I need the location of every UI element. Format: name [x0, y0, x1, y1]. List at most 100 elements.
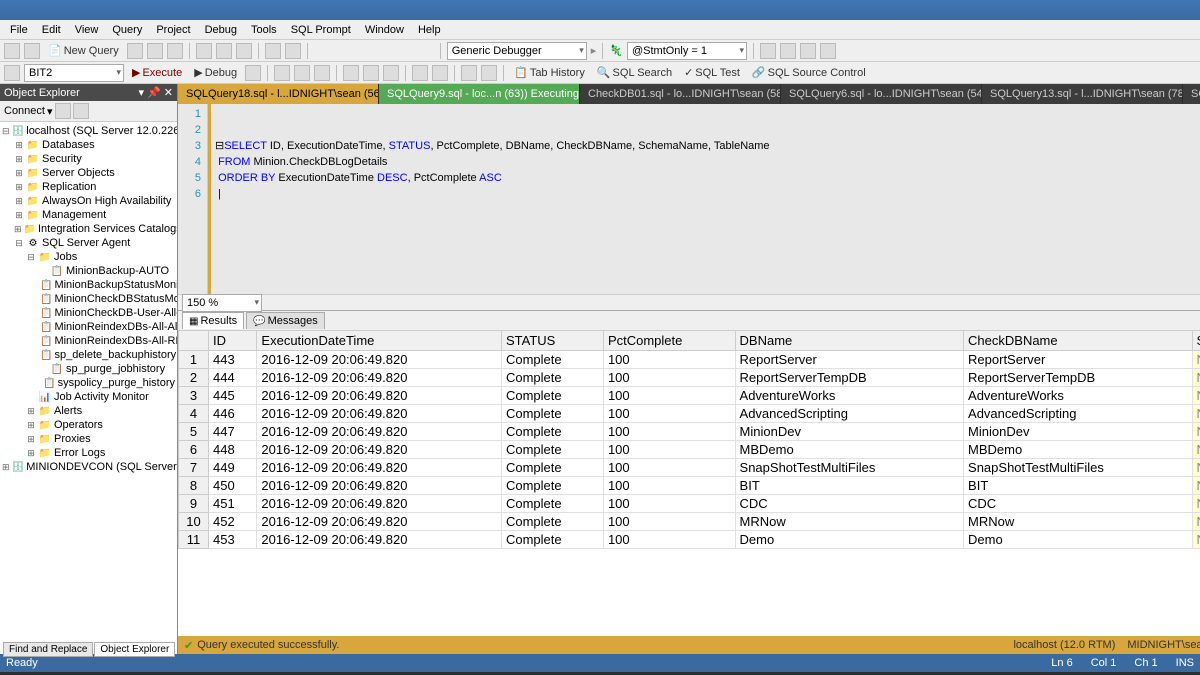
- table-cell[interactable]: 2016-12-09 20:06:49.820: [257, 387, 502, 405]
- column-header[interactable]: ExecutionDateTime: [257, 331, 502, 351]
- results-text-icon[interactable]: [343, 65, 359, 81]
- sql-agent-folder[interactable]: ⊟⚙SQL Server Agent: [2, 236, 175, 250]
- nav-back-icon[interactable]: [4, 43, 20, 59]
- object-explorer-tab[interactable]: Object Explorer: [94, 642, 175, 657]
- results-grid[interactable]: IDExecutionDateTimeSTATUSPctCompleteDBNa…: [178, 330, 1200, 636]
- table-cell[interactable]: 5: [179, 423, 209, 441]
- tab-checkdb01[interactable]: CheckDB01.sql - lo...IDNIGHT\sean (58))*: [580, 84, 780, 104]
- table-cell[interactable]: 453: [209, 531, 257, 549]
- management-folder[interactable]: ⊞📁Management: [2, 208, 175, 222]
- table-cell[interactable]: 100: [603, 459, 735, 477]
- operators-folder[interactable]: ⊞📁Operators: [2, 418, 175, 432]
- table-cell[interactable]: 100: [603, 531, 735, 549]
- sql-test-button[interactable]: ✓ SQL Test: [680, 66, 744, 79]
- table-row[interactable]: 44462016-12-09 20:06:49.820Complete100Ad…: [179, 405, 1200, 423]
- menu-edit[interactable]: Edit: [36, 22, 67, 38]
- table-cell[interactable]: 443: [209, 351, 257, 369]
- server-node[interactable]: ⊟🗄localhost (SQL Server 12.0.2269.0 - MI…: [2, 124, 175, 138]
- paste-icon[interactable]: [236, 43, 252, 59]
- menu-sqlprompt[interactable]: SQL Prompt: [285, 22, 357, 38]
- table-cell[interactable]: 10: [179, 513, 209, 531]
- menu-window[interactable]: Window: [359, 22, 410, 38]
- cut-icon[interactable]: [196, 43, 212, 59]
- table-cell[interactable]: Complete: [501, 423, 603, 441]
- job-item[interactable]: 📋MinionCheckDBStatusMonitor: [2, 292, 175, 306]
- table-row[interactable]: 14432016-12-09 20:06:49.820Complete100Re…: [179, 351, 1200, 369]
- table-cell[interactable]: 9: [179, 495, 209, 513]
- table-cell[interactable]: NULL: [1192, 387, 1200, 405]
- table-cell[interactable]: 4: [179, 405, 209, 423]
- tool-icon-3[interactable]: [800, 43, 816, 59]
- object-explorer-tree[interactable]: ⊟🗄localhost (SQL Server 12.0.2269.0 - MI…: [0, 122, 177, 654]
- tab-query18[interactable]: SQLQuery18.sql - l...IDNIGHT\sean (56)): [178, 84, 378, 104]
- tool-icon-2[interactable]: [780, 43, 796, 59]
- table-cell[interactable]: SnapShotTestMultiFiles: [735, 459, 964, 477]
- proxies-folder[interactable]: ⊞📁Proxies: [2, 432, 175, 446]
- table-cell[interactable]: NULL: [1192, 531, 1200, 549]
- uncomment-icon[interactable]: [432, 65, 448, 81]
- table-cell[interactable]: Complete: [501, 405, 603, 423]
- sql-search-button[interactable]: 🔍 SQL Search: [593, 66, 676, 79]
- table-cell[interactable]: SnapShotTestMultiFiles: [964, 459, 1193, 477]
- error-logs-folder[interactable]: ⊞📁Error Logs: [2, 446, 175, 460]
- stmt-dropdown[interactable]: @StmtOnly = 1: [627, 42, 747, 60]
- tab-query6[interactable]: SQLQuery6.sql - lo...IDNIGHT\sean (54))*: [781, 84, 981, 104]
- security-folder[interactable]: ⊞📁Security: [2, 152, 175, 166]
- code-content[interactable]: ⊟SELECT ID, ExecutionDateTime, STATUS, P…: [208, 104, 1200, 294]
- table-cell[interactable]: 100: [603, 495, 735, 513]
- menu-debug[interactable]: Debug: [199, 22, 243, 38]
- tool-icon-1[interactable]: [760, 43, 776, 59]
- table-cell[interactable]: 2016-12-09 20:06:49.820: [257, 477, 502, 495]
- execute-button[interactable]: ▶ Execute: [128, 66, 186, 79]
- tab-query12[interactable]: SQLQuery12.sql - l...IDNIGHT\sean (78))*: [1183, 84, 1200, 104]
- job-activity-monitor[interactable]: 📊Job Activity Monitor: [2, 390, 175, 404]
- column-header[interactable]: SchemaName: [1192, 331, 1200, 351]
- plan-icon[interactable]: [294, 65, 310, 81]
- table-cell[interactable]: 11: [179, 531, 209, 549]
- table-cell[interactable]: ReportServerTempDB: [735, 369, 964, 387]
- table-cell[interactable]: 7: [179, 459, 209, 477]
- table-cell[interactable]: NULL: [1192, 369, 1200, 387]
- oe-refresh-icon[interactable]: [55, 103, 71, 119]
- table-cell[interactable]: Complete: [501, 531, 603, 549]
- stop-icon[interactable]: [245, 65, 261, 81]
- connect-icon[interactable]: [4, 65, 20, 81]
- table-row[interactable]: 74492016-12-09 20:06:49.820Complete100Sn…: [179, 459, 1200, 477]
- table-cell[interactable]: AdvancedScripting: [735, 405, 964, 423]
- stats-icon[interactable]: [314, 65, 330, 81]
- redo-icon[interactable]: [285, 43, 301, 59]
- table-cell[interactable]: 2016-12-09 20:06:49.820: [257, 531, 502, 549]
- tab-query9[interactable]: SQLQuery9.sql - loc...n (63)) Executing.…: [379, 84, 579, 104]
- table-cell[interactable]: 2016-12-09 20:06:49.820: [257, 369, 502, 387]
- parse-icon[interactable]: [274, 65, 290, 81]
- menu-query[interactable]: Query: [106, 22, 148, 38]
- sql-editor[interactable]: 123456 ⊟SELECT ID, ExecutionDateTime, ST…: [178, 104, 1200, 294]
- table-cell[interactable]: 447: [209, 423, 257, 441]
- oe-filter-icon[interactable]: [73, 103, 89, 119]
- table-cell[interactable]: Complete: [501, 351, 603, 369]
- table-cell[interactable]: BIT: [964, 477, 1193, 495]
- table-cell[interactable]: Complete: [501, 459, 603, 477]
- table-cell[interactable]: 452: [209, 513, 257, 531]
- menu-project[interactable]: Project: [150, 22, 196, 38]
- ssis-folder[interactable]: ⊞📁Integration Services Catalogs: [2, 222, 175, 236]
- table-cell[interactable]: 100: [603, 441, 735, 459]
- table-cell[interactable]: NULL: [1192, 351, 1200, 369]
- table-cell[interactable]: ReportServer: [964, 351, 1193, 369]
- table-row[interactable]: 34452016-12-09 20:06:49.820Complete100Ad…: [179, 387, 1200, 405]
- database-dropdown[interactable]: BIT2: [24, 64, 124, 82]
- new-query-button[interactable]: 📄 New Query: [44, 44, 123, 57]
- job-item[interactable]: 📋MinionCheckDB-User-All-Chec: [2, 306, 175, 320]
- table-cell[interactable]: Complete: [501, 495, 603, 513]
- table-cell[interactable]: 3: [179, 387, 209, 405]
- table-cell[interactable]: 451: [209, 495, 257, 513]
- menu-view[interactable]: View: [69, 22, 105, 38]
- table-cell[interactable]: Complete: [501, 369, 603, 387]
- copy-icon[interactable]: [216, 43, 232, 59]
- find-replace-tab[interactable]: Find and Replace: [3, 642, 93, 657]
- connect-button[interactable]: Connect: [4, 105, 45, 117]
- table-cell[interactable]: 445: [209, 387, 257, 405]
- table-cell[interactable]: 444: [209, 369, 257, 387]
- debugger-dropdown[interactable]: Generic Debugger: [447, 42, 587, 60]
- menu-help[interactable]: Help: [412, 22, 447, 38]
